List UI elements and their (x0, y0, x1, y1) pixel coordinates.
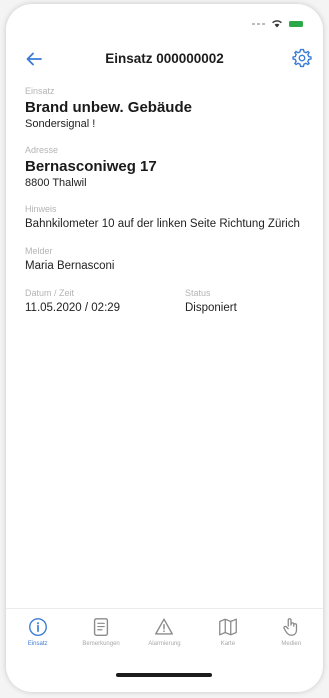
datum-value: 11.05.2020 / 02:29 (25, 302, 121, 314)
einsatz-section: Einsatz Brand unbew. Gebäude Sondersigna… (25, 86, 305, 131)
phone-screen: Einsatz 000000002 Einsatz Brand unbew. G… (6, 4, 323, 692)
home-indicator[interactable] (116, 673, 212, 677)
status-label: Status (185, 288, 211, 298)
einsatz-label: Einsatz (25, 86, 55, 96)
gear-icon (292, 48, 312, 68)
hinweis-section: Hinweis Bahnkilometer 10 auf der linken … (25, 204, 305, 232)
tab-bemerkungen-label: Bemerkungen (82, 641, 120, 647)
status-bar (6, 4, 323, 38)
map-icon (218, 618, 237, 636)
battery-icon (289, 20, 303, 27)
adresse-section: Adresse Bernasconiweg 17 8800 Thalwil (25, 145, 305, 190)
melder-label: Melder (25, 246, 53, 256)
settings-button[interactable] (291, 47, 313, 69)
adresse-city: 8800 Thalwil (25, 177, 87, 189)
tab-bemerkungen[interactable]: Bemerkungen (72, 609, 130, 661)
datum-label: Datum / Zeit (25, 288, 75, 298)
hinweis-text: Bahnkilometer 10 auf der linken Seite Ri… (25, 218, 300, 230)
tab-karte[interactable]: Karte (199, 609, 257, 661)
datum-section: Datum / Zeit 11.05.2020 / 02:29 (25, 288, 185, 316)
status-section: Status Disponiert (185, 288, 305, 316)
hand-pointer-icon (283, 618, 298, 636)
einsatz-title: Brand unbew. Gebäude (25, 99, 192, 116)
tab-alarmierung-label: Alarmierung (148, 641, 181, 647)
adresse-label: Adresse (25, 145, 59, 155)
melder-section: Melder Maria Bernasconi (25, 246, 305, 274)
cellular-signal-icon (252, 22, 265, 25)
status-value: Disponiert (185, 302, 237, 314)
page-title: Einsatz 000000002 (105, 51, 224, 66)
wifi-icon (272, 20, 282, 28)
datum-status-row: Datum / Zeit 11.05.2020 / 02:29 Status D… (25, 288, 305, 316)
tab-einsatz[interactable]: Einsatz (9, 609, 67, 661)
hinweis-label: Hinweis (25, 204, 57, 214)
melder-name: Maria Bernasconi (25, 260, 115, 272)
einsatz-subtitle: Sondersignal ! (25, 118, 96, 130)
warning-icon (155, 618, 174, 635)
adresse-street: Bernasconiweg 17 (25, 158, 157, 175)
info-icon (28, 618, 47, 636)
document-icon (93, 618, 109, 636)
tab-bar: Einsatz Bemerkungen Alarmierung Karte Me… (6, 608, 323, 661)
tab-alarmierung[interactable]: Alarmierung (135, 609, 193, 661)
tab-einsatz-label: Einsatz (27, 641, 48, 647)
tab-medien-label: Medien (281, 641, 302, 647)
tab-karte-label: Karte (220, 641, 236, 647)
navigation-bar: Einsatz 000000002 (6, 40, 323, 78)
status-icons (252, 19, 303, 28)
incident-details: Einsatz Brand unbew. Gebäude Sondersigna… (25, 86, 305, 330)
tab-medien[interactable]: Medien (262, 609, 320, 661)
